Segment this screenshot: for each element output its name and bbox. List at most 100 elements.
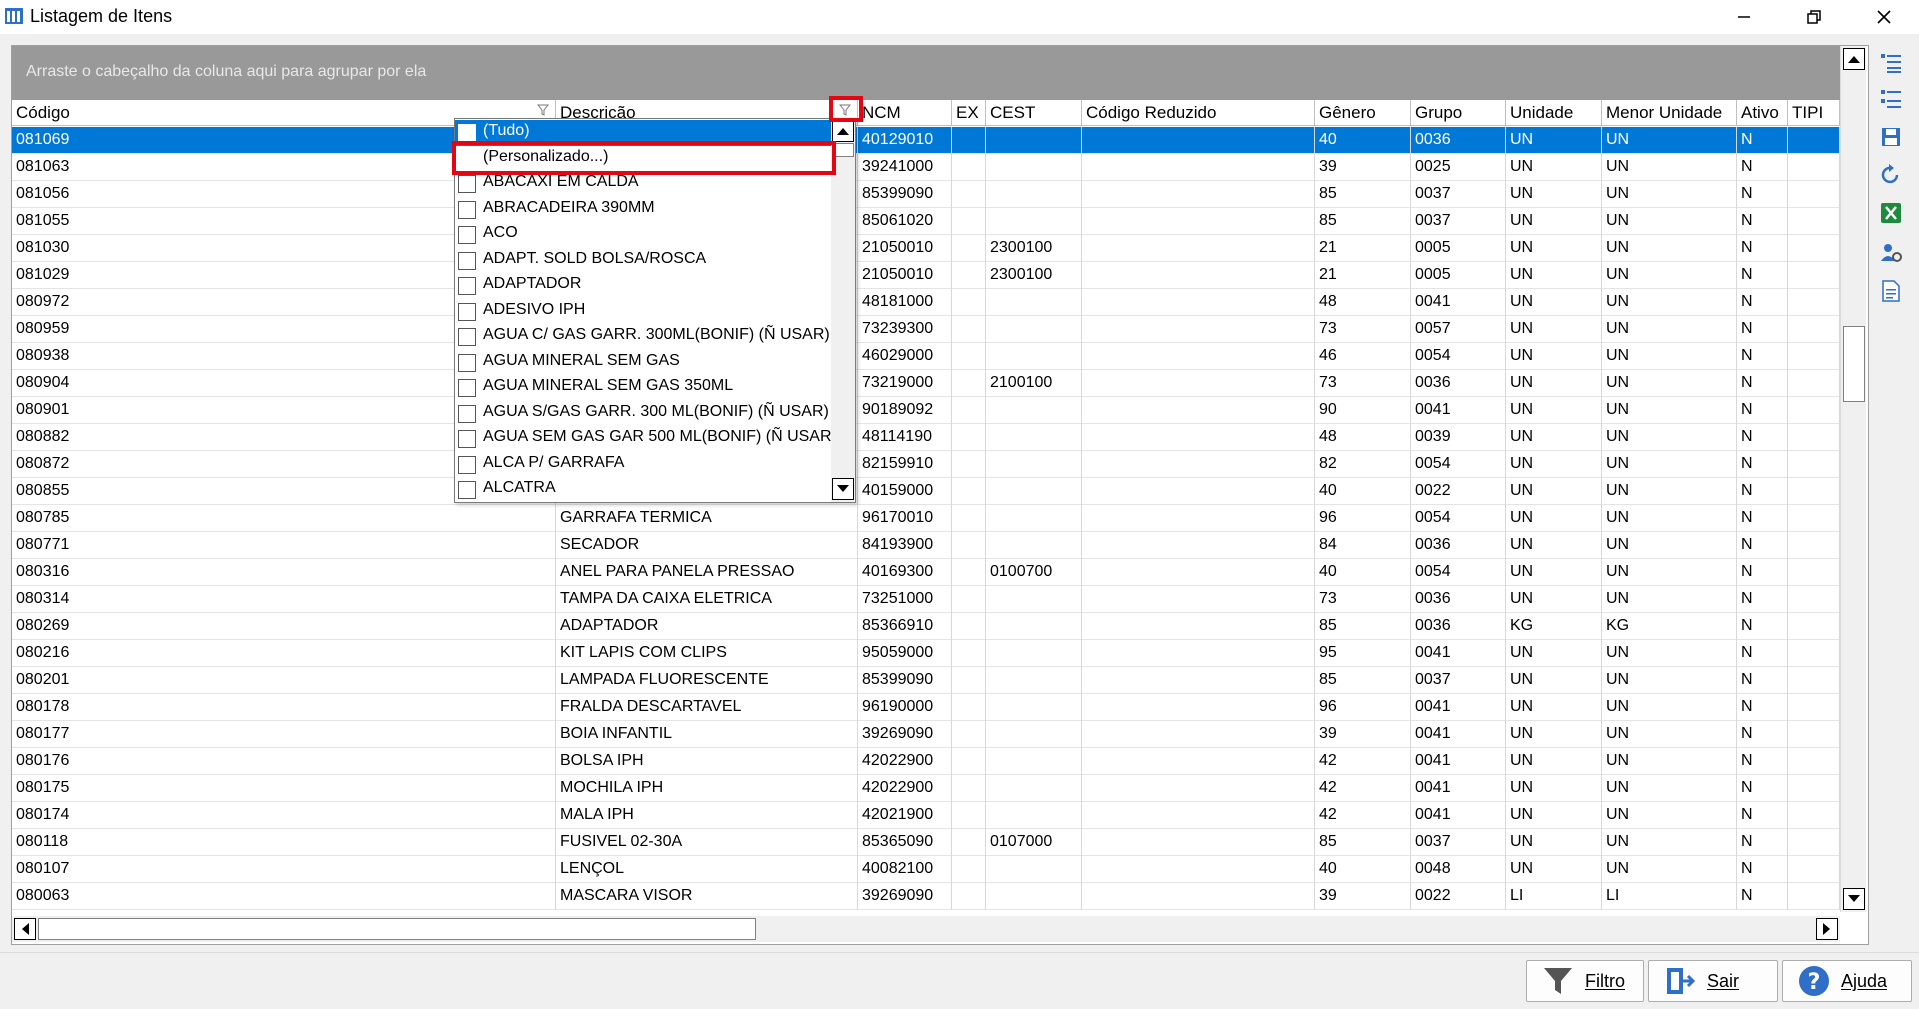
filter-option[interactable]: ALCATRA	[455, 477, 831, 503]
table-row[interactable]: 080972 48181000 48 0041 UN UN N	[12, 289, 1840, 316]
header-col-ncm[interactable]: NCM	[858, 100, 952, 126]
filter-option[interactable]: AGUA C/ GAS GARR. 300ML(BONIF) (Ñ USAR)	[455, 324, 831, 350]
header-col-grupo[interactable]: Grupo	[1411, 100, 1506, 126]
checkbox[interactable]	[458, 302, 476, 321]
cell-ex	[952, 667, 986, 694]
ajuda-button[interactable]: ? Ajuda	[1782, 960, 1912, 1002]
vertical-scrollbar[interactable]	[1840, 46, 1866, 912]
checkbox[interactable]	[458, 455, 476, 474]
checkbox[interactable]	[458, 175, 476, 193]
header-col-codigo-reduzido[interactable]: Código Reduzido	[1082, 100, 1315, 126]
descricao-filter-dropdown[interactable]: (Tudo) (Personalizado...) ABACAXI EM CALDA…	[454, 118, 856, 503]
cell-genero: 39	[1315, 154, 1411, 181]
restore-button[interactable]	[1784, 0, 1844, 34]
checkbox[interactable]	[458, 353, 476, 372]
report-button[interactable]	[1876, 276, 1906, 306]
table-row[interactable]: 080174 MALA IPH 42021900 42 0041 UN UN N	[12, 802, 1840, 829]
table-row[interactable]: 080901 90189092 90 0041 UN UN N	[12, 397, 1840, 424]
filter-option[interactable]: ALCA P/ GARRAFA	[455, 452, 831, 478]
table-row[interactable]: 080872 82159910 82 0054 UN UN N	[12, 451, 1840, 478]
cell-codigo-reduzido	[1082, 667, 1315, 694]
table-row[interactable]: 080959 73239300 73 0057 UN UN N	[12, 316, 1840, 343]
group-by-panel[interactable]: Arraste o cabeçalho da coluna aqui para …	[12, 46, 1840, 100]
table-row[interactable]: 080176 BOLSA IPH 42022900 42 0041 UN UN N	[12, 748, 1840, 775]
cell-cest	[986, 640, 1082, 667]
header-col-genero[interactable]: Gênero	[1315, 100, 1411, 126]
filter-option[interactable]: AGUA MINERAL SEM GAS 350ML	[455, 375, 831, 401]
filter-scroll-up-button[interactable]	[832, 120, 854, 142]
header-col-cest[interactable]: CEST	[986, 100, 1082, 126]
checkbox[interactable]	[458, 251, 476, 270]
table-row[interactable]: 081030 21050010 2300100 21 0005 UN UN N	[12, 235, 1840, 262]
table-row[interactable]: 081029 21050010 2300100 21 0005 UN UN N	[12, 262, 1840, 289]
close-button[interactable]	[1854, 0, 1914, 34]
filter-option[interactable]: ADESIVO IPH	[455, 299, 831, 325]
header-col-ex[interactable]: EX	[952, 100, 986, 126]
table-row[interactable]: 080118 FUSIVEL 02-30A 85365090 0107000 85 003…	[12, 829, 1840, 856]
filter-option[interactable]: AGUA S/GAS GARR. 300 ML(BONIF) (Ñ USAR)	[455, 401, 831, 427]
table-row[interactable]: 080269 ADAPTADOR 85366910 85 0036 KG KG N	[12, 613, 1840, 640]
table-row[interactable]: 080882 48114190 48 0039 UN UN N	[12, 424, 1840, 451]
header-col-unidade[interactable]: Unidade	[1506, 100, 1602, 126]
vertical-scroll-thumb[interactable]	[1843, 326, 1865, 402]
cell-descricao: GARRAFA TERMICA	[556, 505, 858, 532]
table-row[interactable]: 080177 BOIA INFANTIL 39269090 39 0041 UN UN N	[12, 721, 1840, 748]
save-layout-button[interactable]	[1876, 122, 1906, 152]
scroll-right-button[interactable]	[1816, 918, 1838, 940]
table-row[interactable]: 080107 LENÇOL 40082100 40 0048 UN UN N	[12, 856, 1840, 883]
header-col-tipi[interactable]: TIPI	[1788, 100, 1840, 126]
cell-genero: 46	[1315, 343, 1411, 370]
table-row[interactable]: 080785 GARRAFA TERMICA 96170010 96 0054 UN UN N	[12, 505, 1840, 532]
table-row[interactable]: 080201 LAMPADA FLUORESCENTE 85399090 85 0037…	[12, 667, 1840, 694]
table-row[interactable]: 081063 39241000 39 0025 UN UN N	[12, 154, 1840, 181]
table-row[interactable]: 080855 40159000 40 0022 UN UN N	[12, 478, 1840, 505]
horizontal-scrollbar[interactable]	[12, 916, 1840, 942]
checkbox[interactable]	[458, 481, 476, 499]
export-excel-button[interactable]	[1876, 198, 1906, 228]
filtro-button[interactable]: Filtro	[1526, 960, 1644, 1002]
checkbox[interactable]	[458, 328, 476, 346]
table-row[interactable]: 080178 FRALDA DESCARTAVEL 96190000 96 0041 UN…	[12, 694, 1840, 721]
scroll-left-button[interactable]	[14, 918, 36, 940]
filter-option[interactable]: AGUA MINERAL SEM GAS	[455, 350, 831, 376]
table-row[interactable]: 080904 73219000 2100100 73 0036 UN UN N	[12, 370, 1840, 397]
table-row[interactable]: 080314 TAMPA DA CAIXA ELETRICA 73251000 73 0…	[12, 586, 1840, 613]
cell-ncm: 85061020	[858, 208, 952, 235]
table-row[interactable]: 081056 85399090 85 0037 UN UN N	[12, 181, 1840, 208]
horizontal-scroll-thumb[interactable]	[38, 918, 756, 940]
filter-list-scrollbar[interactable]	[831, 119, 855, 502]
checkbox[interactable]	[458, 226, 476, 244]
sair-button[interactable]: Sair	[1648, 960, 1778, 1002]
filter-option[interactable]: ADAPT. SOLD BOLSA/ROSCA	[455, 248, 831, 274]
table-row[interactable]: 081055 85061020 85 0037 UN UN N	[12, 208, 1840, 235]
table-row[interactable]: 080063 MASCARA VISOR 39269090 39 0022 LI LI N	[12, 883, 1840, 910]
filter-option[interactable]: AGUA SEM GAS GAR 500 ML(BONIF) (Ñ USAR)	[455, 426, 837, 452]
table-row[interactable]: 080938 46029000 46 0054 UN UN N	[12, 343, 1840, 370]
cell-codigo-reduzido	[1082, 532, 1315, 559]
collapse-groups-button[interactable]	[1876, 84, 1906, 114]
checkbox[interactable]	[458, 200, 476, 219]
header-col-menor-unidade[interactable]: Menor Unidade	[1602, 100, 1737, 126]
table-row[interactable]: 081069 40129010 40 0036 UN UN N	[12, 127, 1840, 154]
scroll-down-button[interactable]	[1843, 888, 1865, 910]
refresh-button[interactable]	[1876, 160, 1906, 190]
checkbox[interactable]	[458, 277, 476, 295]
checkbox[interactable]	[458, 404, 476, 423]
table-row[interactable]: 080175 MOCHILA IPH 42022900 42 0041 UN UN N	[12, 775, 1840, 802]
checkbox[interactable]	[458, 124, 476, 142]
configure-columns-button[interactable]	[1876, 238, 1906, 268]
minimize-button[interactable]	[1714, 0, 1774, 34]
filter-scroll-down-button[interactable]	[832, 478, 854, 500]
table-row[interactable]: 080771 SECADOR 84193900 84 0036 UN UN N	[12, 532, 1840, 559]
codigo-filter-icon[interactable]	[537, 104, 549, 116]
expand-groups-button[interactable]	[1876, 48, 1906, 78]
table-row[interactable]: 080216 KIT LAPIS COM CLIPS 95059000 95 0041 U…	[12, 640, 1840, 667]
filter-option[interactable]: ABRACADEIRA 390MM	[455, 197, 831, 223]
checkbox[interactable]	[458, 379, 476, 397]
checkbox[interactable]	[458, 430, 476, 448]
filter-option[interactable]: ADAPTADOR	[455, 273, 831, 299]
header-col-ativo[interactable]: Ativo	[1737, 100, 1788, 126]
table-row[interactable]: 080316 ANEL PARA PANELA PRESSAO 40169300 01…	[12, 559, 1840, 586]
filter-option[interactable]: ACO	[455, 222, 831, 248]
scroll-up-button[interactable]	[1843, 48, 1865, 70]
